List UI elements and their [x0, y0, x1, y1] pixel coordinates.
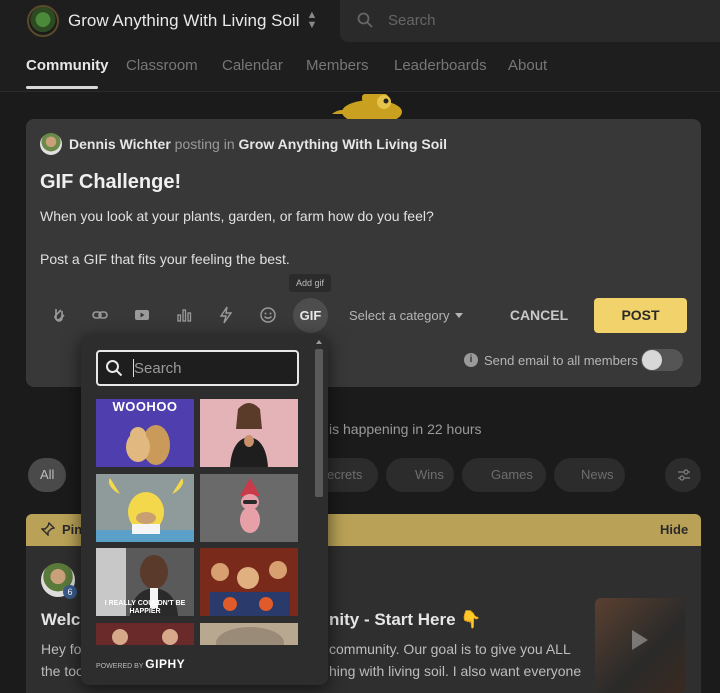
link-icon[interactable] — [91, 306, 109, 324]
group-title[interactable]: Grow Anything With Living Soil — [68, 11, 300, 31]
switch-group-icon[interactable]: ▲ ▼ — [304, 10, 320, 32]
pinned-label: Pin — [62, 522, 83, 537]
gif-result[interactable]: WOOHOO — [96, 399, 194, 467]
author-avatar[interactable] — [40, 133, 62, 155]
woman-image — [230, 403, 268, 467]
target-group: Grow Anything With Living Soil — [238, 136, 448, 152]
gif-result[interactable] — [200, 474, 298, 542]
gif-result[interactable]: I REALLY COULDN'T BE HAPPIER — [96, 548, 194, 616]
hide-button[interactable]: Hide — [660, 522, 688, 537]
pinned-body-1b: community. Our goal is to give you ALL — [329, 641, 571, 657]
gnome-image — [240, 478, 260, 533]
active-tab-indicator — [26, 86, 98, 89]
filter-chip-games[interactable]: Games — [462, 458, 546, 492]
search-icon — [106, 360, 123, 377]
pinned-body-1a: Hey fo — [41, 641, 82, 657]
post-button[interactable]: POST — [594, 298, 687, 333]
post-body-line-2[interactable]: Post a GIF that fits your feeling the be… — [40, 251, 290, 267]
sliders-icon — [678, 469, 690, 481]
crowd-image — [200, 548, 298, 616]
search-input[interactable]: Search — [388, 12, 436, 29]
search-icon — [357, 12, 373, 28]
giphy-logo: GIPHY — [145, 657, 186, 671]
post-body-line-1[interactable]: When you look at your plants, garden, or… — [40, 208, 434, 224]
tab-leaderboards[interactable]: Leaderboards — [394, 57, 487, 74]
pinned-body-2b: hing with living soil. I also want every… — [329, 663, 582, 679]
mascot-illustration — [332, 94, 402, 120]
giphy-attribution: POWERED BY GIPHY — [96, 657, 185, 671]
post-title-input[interactable]: GIF Challenge! — [40, 171, 181, 194]
people-image — [112, 629, 178, 645]
chevron-down-icon[interactable] — [455, 313, 463, 318]
lightning-icon[interactable] — [217, 306, 235, 324]
squirrel-image — [126, 425, 170, 465]
gif-search-input[interactable]: Search — [134, 360, 182, 377]
pin-icon — [41, 522, 55, 536]
gif-result[interactable] — [96, 474, 194, 542]
gif-search-field[interactable] — [96, 350, 299, 386]
pinned-body-2a: the too — [41, 663, 84, 679]
gif-caption: I REALLY COULDN'T BE HAPPIER — [104, 600, 186, 615]
gif-tooltip: Add gif — [289, 274, 331, 292]
filter-chip-news[interactable]: News — [554, 458, 625, 492]
emoji-icon[interactable] — [259, 306, 277, 324]
gif-result[interactable] — [200, 399, 298, 467]
text-cursor — [133, 359, 134, 377]
attachment-icon[interactable] — [50, 306, 68, 324]
group-logo[interactable] — [27, 5, 59, 37]
filter-chip-wins[interactable]: Wins — [386, 458, 454, 492]
toggle-knob[interactable] — [642, 350, 662, 370]
homer-image — [96, 478, 194, 542]
pinned-post-title-cont[interactable]: nity - Start Here 👇 — [329, 610, 481, 630]
posting-in-text: posting in — [174, 136, 235, 152]
tab-community[interactable]: Community — [26, 57, 109, 74]
gif-result[interactable] — [96, 623, 194, 645]
filter-chip-all[interactable]: All — [28, 458, 67, 492]
level-badge: 6 — [63, 585, 77, 599]
powered-by-text: POWERED BY — [96, 663, 144, 670]
elephant-image — [216, 627, 284, 645]
composer-header: Dennis Wichter posting in Grow Anything … — [69, 136, 447, 152]
tab-classroom[interactable]: Classroom — [126, 57, 198, 74]
video-icon[interactable] — [133, 306, 151, 324]
tab-members[interactable]: Members — [306, 57, 369, 74]
tab-calendar[interactable]: Calendar — [222, 57, 283, 74]
event-banner-text[interactable]: is happening in 22 hours — [329, 421, 482, 437]
cancel-button[interactable]: CANCEL — [497, 298, 581, 332]
gif-caption: WOOHOO — [112, 399, 178, 414]
tab-about[interactable]: About — [508, 57, 547, 74]
gif-result[interactable] — [200, 548, 298, 616]
scroll-up-icon[interactable] — [316, 340, 322, 344]
gif-result[interactable] — [200, 623, 298, 645]
scrollbar-thumb[interactable] — [315, 349, 323, 497]
email-members-label: Send email to all members — [484, 353, 638, 368]
gif-button[interactable]: GIF — [293, 298, 328, 333]
play-icon — [632, 630, 648, 650]
info-icon: i — [464, 353, 478, 367]
author-name[interactable]: Dennis Wichter — [69, 136, 171, 152]
pinned-post-title[interactable]: Welc — [41, 610, 80, 630]
category-select[interactable]: Select a category — [349, 308, 449, 323]
poll-icon[interactable] — [175, 306, 193, 324]
